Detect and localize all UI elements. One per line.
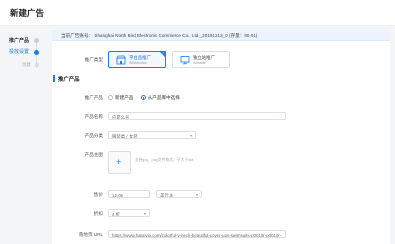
radio-label: 从产品库中选择: [147, 95, 180, 100]
landing-url-label: 落地页 URL: [78, 232, 103, 237]
chevron-down-icon: ▾: [195, 192, 198, 197]
product-source-label: 推广产品: [84, 95, 103, 100]
radio-label: 新建产品: [115, 95, 134, 100]
account-info-text: 当前广告账号： Shanghai North Bird Electronic C…: [61, 32, 258, 38]
radio-new-product[interactable]: 新建产品: [108, 95, 133, 100]
discount-select[interactable]: 4 折 ▾: [108, 209, 150, 217]
product-image-label: 产品主图: [84, 152, 103, 157]
promo-type-option-website[interactable]: 独立站推广 Website: [172, 51, 230, 68]
discount-value: 4 折: [112, 211, 121, 217]
price-label: 售价: [93, 192, 103, 197]
chevron-down-icon: ▾: [143, 211, 146, 216]
title-bar: 新建广告: [0, 0, 395, 26]
promo-type-option-platform[interactable]: 平台品推广 Whitenoise ✓: [108, 51, 166, 68]
account-info-bar: 当前广告账号： Shanghai North Bird Electronic C…: [52, 30, 390, 41]
check-icon: ✓: [161, 51, 165, 55]
currency-select[interactable]: 美元 $ ▾: [156, 190, 202, 198]
step-nav: 推广产品 投放设置 创意: [0, 26, 48, 244]
discount-label: 折扣: [93, 211, 103, 216]
product-name-label: 产品名称: [84, 114, 103, 119]
product-category-select[interactable]: 服装类 / 女装 ▾: [108, 131, 196, 139]
currency-value: 美元 $: [160, 192, 173, 198]
radio-from-library[interactable]: 从产品库中选择: [140, 95, 180, 100]
chevron-down-icon: ▾: [189, 133, 192, 138]
monitor-icon: [180, 56, 190, 65]
radio-icon: [108, 95, 113, 100]
form-panel: 当前广告账号： Shanghai North Bird Electronic C…: [52, 30, 390, 244]
section-accent-bar: [53, 75, 55, 82]
step-dot-creative: [34, 63, 39, 67]
product-category-label: 产品分类: [84, 133, 103, 138]
promo-type-sub: Website: [193, 61, 206, 65]
step-item-settings[interactable]: 投放设置: [9, 48, 29, 55]
image-upload-box[interactable]: +: [108, 151, 131, 174]
product-name-input[interactable]: 应是么名: [108, 112, 286, 120]
promo-type-label: 推广类型: [84, 57, 103, 62]
price-input[interactable]: 12.05: [108, 190, 150, 198]
upload-hint: 支持jpg、png文件格式，不大于5M: [135, 158, 194, 162]
step-item-creative[interactable]: 创意: [22, 62, 31, 68]
step-item-product[interactable]: 推广产品: [9, 37, 29, 44]
radio-checked-icon: [140, 95, 146, 100]
product-source-radio-group: 新建产品 从产品库中选择: [108, 95, 186, 101]
landing-url-input[interactable]: https://www.happyin.com/colorful-v-neck-…: [108, 230, 286, 238]
shop-icon: [116, 55, 126, 65]
section-header: 推广产品: [52, 74, 390, 84]
section-title: 推广产品: [58, 77, 80, 83]
step-dot-product: [34, 38, 39, 43]
step-dot-settings: [34, 50, 39, 55]
plus-icon: +: [116, 157, 122, 167]
product-category-value: 服装类 / 女装: [112, 133, 138, 139]
page-title: 新建广告: [10, 8, 45, 18]
promo-type-sub: Whitenoise: [129, 61, 147, 65]
